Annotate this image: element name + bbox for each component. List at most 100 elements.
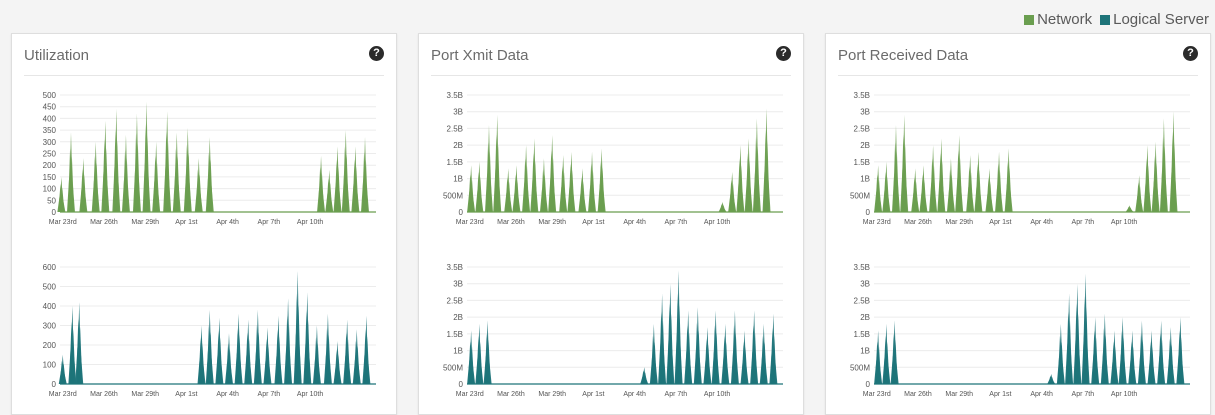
data-spike <box>1004 148 1013 212</box>
data-spike <box>512 165 521 212</box>
data-spike <box>197 325 206 384</box>
data-spike <box>548 135 557 212</box>
data-spike <box>361 137 370 212</box>
data-spike <box>504 168 513 212</box>
question-circle-icon[interactable]: ? <box>776 46 791 61</box>
data-spike <box>578 168 587 212</box>
x-tick-label: Apr 4th <box>216 391 239 398</box>
data-spike <box>559 155 568 212</box>
x-tick-label: Mar 23rd <box>863 391 891 398</box>
data-spike <box>484 125 493 212</box>
x-tick-label: Mar 26th <box>497 219 525 226</box>
panel-title: Port Xmit Data <box>431 47 529 64</box>
data-spike <box>284 298 293 384</box>
x-tick-label: Mar 29th <box>538 219 566 226</box>
y-tick-label: 3B <box>453 280 463 289</box>
data-spike <box>1151 141 1160 212</box>
data-spike <box>703 327 712 384</box>
y-tick-label: 0 <box>52 208 57 217</box>
x-tick-label: Apr 4th <box>623 391 646 398</box>
x-tick-label: Mar 26th <box>90 219 118 226</box>
question-circle-icon[interactable]: ? <box>369 46 384 61</box>
x-tick-label: Apr 7th <box>1072 219 1095 226</box>
data-spike <box>674 270 683 384</box>
x-tick-label: Apr 7th <box>258 391 281 398</box>
y-tick-label: 3.5B <box>447 91 463 100</box>
y-tick-label: 500 <box>43 91 57 100</box>
x-tick-label: Mar 23rd <box>456 391 484 398</box>
y-tick-label: 1B <box>860 175 870 184</box>
y-tick-label: 150 <box>43 173 57 182</box>
y-tick-label: 2B <box>453 141 463 150</box>
y-tick-label: 2.5B <box>854 296 870 305</box>
data-spike <box>693 307 702 384</box>
y-tick-label: 0 <box>459 380 464 389</box>
x-tick-label: Mar 23rd <box>49 219 77 226</box>
x-tick-label: Apr 4th <box>1030 219 1053 226</box>
data-spike <box>946 158 955 212</box>
data-spike <box>567 151 576 212</box>
data-spike <box>323 313 332 384</box>
data-spike <box>721 323 730 384</box>
question-circle-icon[interactable]: ? <box>1183 46 1198 61</box>
y-tick-label: 2.5B <box>447 124 463 133</box>
data-spike <box>874 330 883 384</box>
data-spike <box>234 313 243 384</box>
x-tick-label: Apr 1st <box>582 219 604 226</box>
y-tick-label: 3B <box>860 280 870 289</box>
legend-label-logical-server: Logical Server <box>1113 11 1209 28</box>
data-spike <box>244 319 253 384</box>
legend-item-logical-server[interactable]: Logical Server <box>1100 11 1209 28</box>
received-network-chart: 0 500M 1B 1.5B 2B 2.5B 3B 3.5B Mar 23rd Mar 26th M… <box>850 91 1190 226</box>
x-tick-label: Apr 10th <box>1111 391 1138 398</box>
data-spike <box>539 158 548 212</box>
data-spike <box>974 151 983 212</box>
y-tick-label: 1.5B <box>447 330 463 339</box>
x-tick-label: Apr 1st <box>175 219 197 226</box>
data-spike <box>1081 273 1090 384</box>
data-spike <box>205 137 214 212</box>
received-logical-server-chart: 0 500M 1B 1.5B 2B 2.5B 3B 3.5B Mar 23rd Mar 26th M… <box>850 263 1190 398</box>
y-tick-label: 2.5B <box>447 296 463 305</box>
data-spike <box>215 317 224 384</box>
data-spike <box>1065 293 1074 384</box>
y-tick-label: 1.5B <box>854 330 870 339</box>
data-spike <box>75 302 84 384</box>
legend-item-network[interactable]: Network <box>1024 11 1092 28</box>
data-spike <box>744 138 753 212</box>
legend-label-network: Network <box>1037 11 1093 28</box>
y-tick-label: 2B <box>860 141 870 150</box>
data-spike <box>1157 320 1166 384</box>
y-tick-label: 350 <box>43 126 57 135</box>
data-spike <box>132 113 141 212</box>
x-tick-label: Mar 29th <box>131 391 159 398</box>
data-spike <box>194 158 203 212</box>
data-spike <box>728 171 737 212</box>
data-spike <box>1128 330 1137 384</box>
y-tick-label: 0 <box>866 380 871 389</box>
x-tick-label: Mar 26th <box>90 391 118 398</box>
data-spike <box>640 367 649 384</box>
x-tick-label: Apr 10th <box>704 219 731 226</box>
y-tick-label: 250 <box>43 150 57 159</box>
data-spike <box>890 320 899 384</box>
y-tick-label: 1.5B <box>854 158 870 167</box>
y-tick-label: 3.5B <box>854 91 870 100</box>
data-spike <box>937 138 946 212</box>
data-spike <box>293 270 302 384</box>
panel-title: Port Received Data <box>838 47 969 64</box>
y-tick-label: 1B <box>453 347 463 356</box>
data-spike <box>333 341 342 384</box>
y-tick-label: 500M <box>443 363 463 372</box>
legend-swatch-logical-server <box>1100 14 1111 25</box>
y-tick-label: 1B <box>453 175 463 184</box>
data-spike <box>263 327 272 384</box>
data-spike <box>985 168 994 212</box>
panel-utilization: Utilization ? 0 50 100 150 200 250 300 350 400 45… <box>11 33 397 415</box>
x-tick-label: Apr 7th <box>258 219 281 226</box>
y-tick-label: 50 <box>47 196 56 205</box>
x-tick-label: Apr 7th <box>665 391 688 398</box>
y-tick-label: 1B <box>860 347 870 356</box>
y-tick-label: 2.5B <box>854 124 870 133</box>
data-spike <box>325 169 334 212</box>
